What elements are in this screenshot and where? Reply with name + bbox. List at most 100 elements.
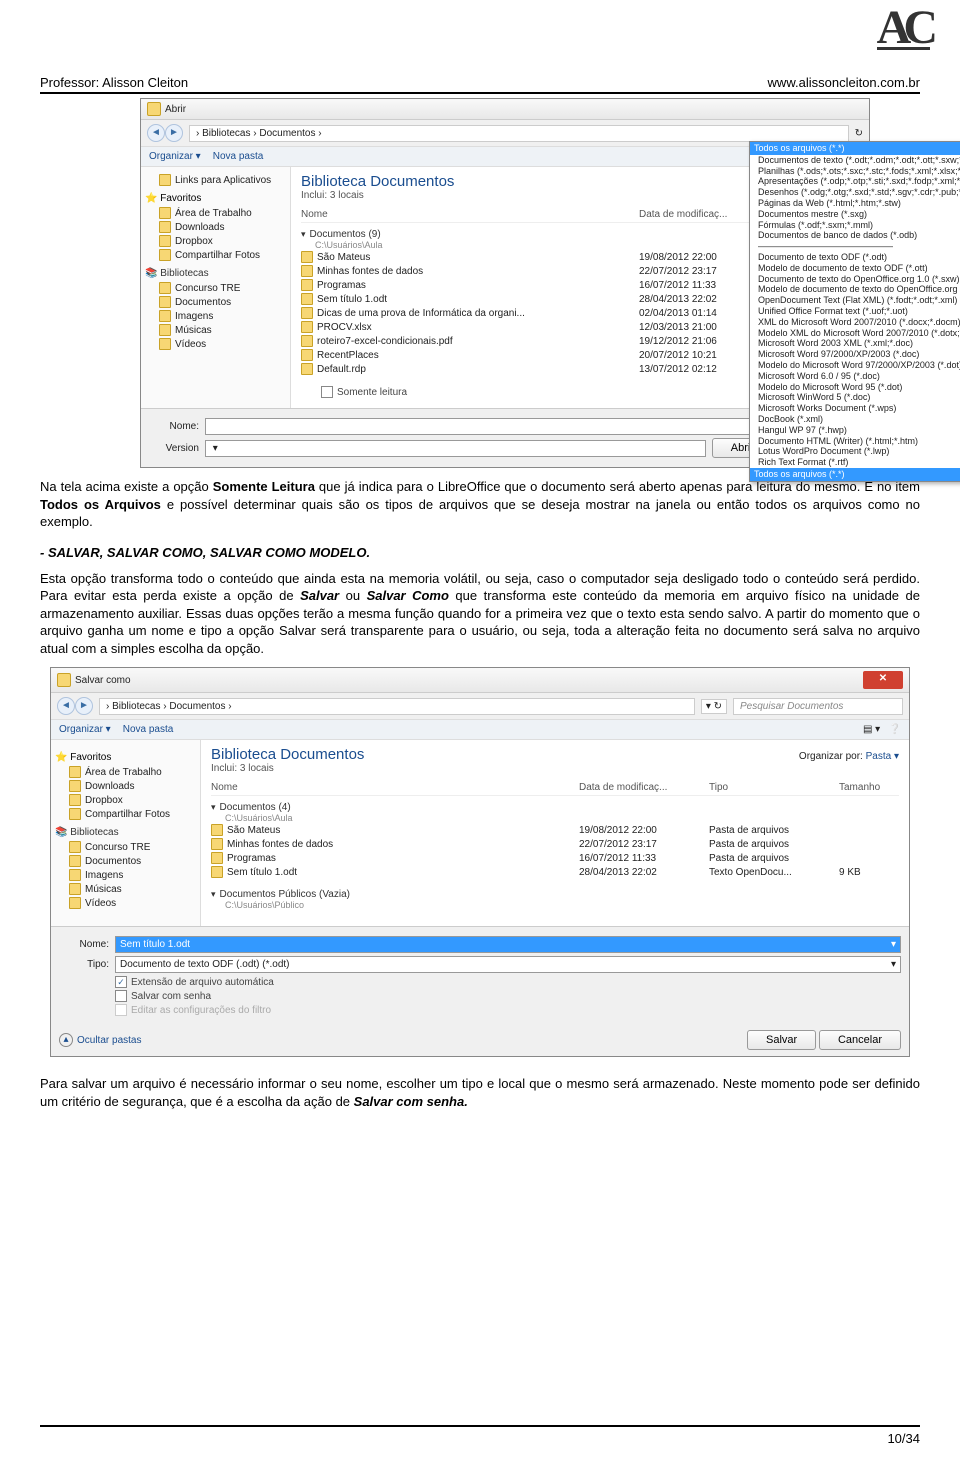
sidebar-item[interactable]: Documentos (55, 854, 196, 868)
col-date[interactable]: Data de modificaç... (639, 209, 749, 220)
organize-button[interactable]: Organizar ▾ (59, 724, 111, 735)
version-combo[interactable]: ▾ (205, 440, 706, 457)
sidebar-item[interactable]: Downloads (55, 779, 196, 793)
filetype-option[interactable]: Documento HTML (Writer) (*.html;*.htm) (754, 436, 960, 447)
filetype-option[interactable]: Modelo do Microsoft Word 97/2000/XP/2003… (754, 360, 960, 371)
type-combo[interactable]: Documento de texto ODF (.odt) (*.odt)▾ (115, 956, 901, 973)
col-name[interactable]: Nome (301, 209, 639, 220)
cancel-button[interactable]: Cancelar (819, 1030, 901, 1050)
sidebar-item[interactable]: Dropbox (55, 793, 196, 807)
filetype-option[interactable]: Microsoft Works Document (*.wps) (754, 403, 960, 414)
fwd-icon[interactable]: ► (75, 697, 93, 715)
filetype-option[interactable]: Desenhos (*.odg;*.otg;*.sxd;*.std;*.sgv;… (754, 187, 960, 198)
breadcrumb[interactable]: › Bibliotecas › Documentos › (189, 125, 849, 142)
filetype-option[interactable]: Microsoft Word 97/2000/XP/2003 (*.doc) (754, 349, 960, 360)
col-name[interactable]: Nome (211, 782, 579, 793)
sidebar-item[interactable]: Compartilhar Fotos (55, 807, 196, 821)
sidebar-item[interactable]: Imagens (55, 868, 196, 882)
filetype-option[interactable]: Microsoft Word 6.0 / 95 (*.doc) (754, 371, 960, 382)
sidebar-item[interactable]: Downloads (145, 220, 286, 234)
filetype-selected-bottom[interactable]: Todos os arquivos (*.*) (750, 468, 960, 481)
organize-button[interactable]: Organizar ▾ (149, 151, 201, 162)
filetype-option[interactable]: Modelo XML do Microsoft Word 2007/2010 (… (754, 328, 960, 339)
sidebar-item[interactable]: Documentos (145, 295, 286, 309)
file-row[interactable]: São Mateus19/08/2012 22:00Pasta de arqui… (211, 823, 899, 837)
sidebar-item[interactable]: Imagens (145, 309, 286, 323)
group-header[interactable]: Documentos (9) (310, 229, 381, 240)
breadcrumb[interactable]: › Bibliotecas › Documentos › (99, 698, 695, 715)
filetype-option[interactable]: OpenDocument Text (Flat XML) (*.fodt;*.o… (754, 295, 960, 306)
professor-label: Professor: Alisson Cleiton (40, 75, 188, 90)
filetype-option[interactable]: Documento de texto do OpenOffice.org 1.0… (754, 274, 960, 285)
back-icon[interactable]: ◄ (57, 697, 75, 715)
filetype-option[interactable]: Planilhas (*.ods;*.ots;*.sxc;*.stc;*.fod… (754, 166, 960, 177)
search-input[interactable]: Pesquisar Documentos (733, 698, 903, 715)
hide-folders-link[interactable]: Ocultar pastas (77, 1035, 141, 1046)
file-row[interactable]: Minhas fontes de dados22/07/2012 23:17Pa… (211, 837, 899, 851)
orgby-value[interactable]: Pasta ▾ (866, 751, 899, 762)
filetype-option[interactable]: DocBook (*.xml) (754, 414, 960, 425)
filetype-option[interactable]: Microsoft Word 2003 XML (*.xml;*.doc) (754, 338, 960, 349)
chevron-up-icon[interactable]: ▴ (59, 1033, 73, 1047)
filetype-option[interactable]: Lotus WordPro Document (*.lwp) (754, 446, 960, 457)
filetype-option[interactable]: Microsoft WinWord 5 (*.doc) (754, 392, 960, 403)
orgby-label: Organizar por: (799, 751, 863, 762)
filetype-option[interactable]: Modelo do Microsoft Word 95 (*.dot) (754, 382, 960, 393)
readonly-checkbox[interactable] (321, 386, 333, 398)
sidebar-item[interactable]: Vídeos (145, 337, 286, 351)
filetype-option[interactable]: Documentos mestre (*.sxg) (754, 209, 960, 220)
filetype-option[interactable]: Páginas da Web (*.html;*.htm;*.stw) (754, 198, 960, 209)
screenshot-saveas-dialog: Salvar como ✕ ◄► › Bibliotecas › Documen… (50, 667, 910, 1057)
fwd-icon[interactable]: ► (165, 124, 183, 142)
sidebar-item[interactable]: Músicas (145, 323, 286, 337)
filetype-option[interactable]: Fórmulas (*.odf;*.sxm;*.mml) (754, 220, 960, 231)
paragraph-2: Esta opção transforma todo o conteúdo qu… (40, 570, 920, 658)
filetype-option[interactable]: ——————————————— (754, 241, 960, 252)
filetype-option[interactable]: Hangul WP 97 (*.hwp) (754, 425, 960, 436)
sidebar-item[interactable]: Dropbox (145, 234, 286, 248)
filetype-option[interactable]: Apresentações (*.odp;*.otp;*.sti;*.sxd;*… (754, 176, 960, 187)
file-row[interactable]: Programas16/07/2012 11:33Pasta de arquiv… (211, 851, 899, 865)
group-header[interactable]: Documentos (4) (220, 802, 291, 813)
sidebar-item[interactable]: Vídeos (55, 896, 196, 910)
sidebar-links[interactable]: Links para Aplicativos (145, 173, 286, 187)
close-icon[interactable]: ✕ (863, 671, 903, 689)
sidebar-item[interactable]: Área de Trabalho (55, 765, 196, 779)
site-url: www.alissoncleiton.com.br (768, 75, 920, 90)
file-row[interactable]: Sem título 1.odt28/04/2013 22:02Texto Op… (211, 865, 899, 879)
back-icon[interactable]: ◄ (147, 124, 165, 142)
filetype-option[interactable]: Documentos de texto (*.odt;*.odm;*.odt;*… (754, 155, 960, 166)
view-icon[interactable]: ▤ ▾ ❔ (863, 724, 901, 735)
save-button[interactable]: Salvar (747, 1030, 816, 1050)
password-checkbox[interactable] (115, 990, 127, 1002)
name-input[interactable]: Sem título 1.odt ▾ (115, 936, 901, 953)
sidebar-item[interactable]: Compartilhar Fotos (145, 248, 286, 262)
saveas-title: Salvar como (75, 675, 131, 686)
col-date[interactable]: Data de modificaç... (579, 782, 709, 793)
filetype-option[interactable]: Rich Text Format (*.rtf) (754, 457, 960, 468)
filetype-selected[interactable]: Todos os arquivos (*.*) (750, 142, 960, 155)
auto-ext-checkbox[interactable]: ✓ (115, 976, 127, 988)
sidebar-item[interactable]: Concurso TRE (145, 281, 286, 295)
group2-path: C:\Usuários\Público (225, 900, 899, 910)
filetype-dropdown[interactable]: Todos os arquivos (*.*) Documentos de te… (749, 141, 960, 482)
group2-header[interactable]: Documentos Públicos (Vazia) (220, 889, 350, 900)
filetype-option[interactable]: Modelo de documento de texto do OpenOffi… (754, 284, 960, 295)
filetype-option[interactable]: Modelo de documento de texto ODF (*.ott) (754, 263, 960, 274)
name-label: Nome: (59, 939, 109, 950)
sidebar-item[interactable]: Músicas (55, 882, 196, 896)
filetype-option[interactable]: Documento de texto ODF (*.odt) (754, 252, 960, 263)
refresh-icon[interactable]: ↻ (855, 128, 863, 139)
filetype-option[interactable]: Documentos de banco de dados (*.odb) (754, 230, 960, 241)
refresh-icon[interactable]: ▾ ↻ (701, 699, 727, 714)
col-type[interactable]: Tipo (709, 782, 839, 793)
readonly-label: Somente leitura (337, 387, 407, 398)
newfolder-button[interactable]: Nova pasta (123, 724, 174, 735)
sidebar-item[interactable]: Concurso TRE (55, 840, 196, 854)
sidebar-item[interactable]: Área de Trabalho (145, 206, 286, 220)
filetype-option[interactable]: Unified Office Format text (*.uof;*.uot) (754, 306, 960, 317)
filetype-option[interactable]: XML do Microsoft Word 2007/2010 (*.docx;… (754, 317, 960, 328)
screenshot-open-dialog: Abrir ◄► › Bibliotecas › Documentos › ↻ … (140, 98, 870, 468)
newfolder-button[interactable]: Nova pasta (213, 151, 264, 162)
col-size[interactable]: Tamanho (839, 782, 899, 793)
